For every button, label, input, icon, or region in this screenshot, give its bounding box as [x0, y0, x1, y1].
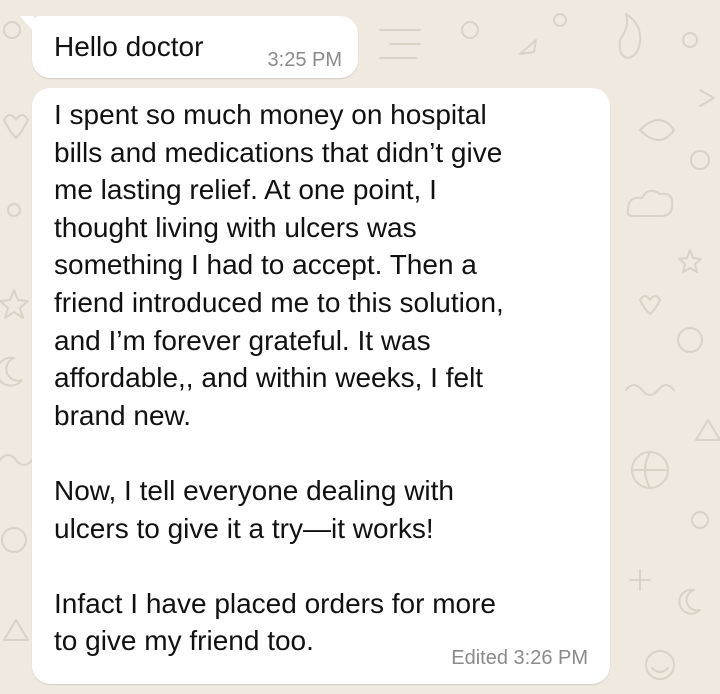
doodle-wave-icon: [0, 454, 33, 466]
message-timestamp: 3:25 PM: [267, 49, 342, 71]
doodle-moon-icon: [678, 588, 701, 615]
doodle-moon-icon: [0, 356, 23, 387]
doodle-ball-icon: [1, 527, 27, 553]
message-edited-timestamp: Edited 3:26 PM: [451, 647, 588, 669]
incoming-message-bubble[interactable]: I spent so much money on hospital bills …: [32, 88, 610, 684]
doodle-cloud-icon: [626, 189, 674, 217]
doodle-circle-icon: [461, 21, 479, 39]
doodle-arrow-icon: [699, 89, 715, 107]
doodle-wave-icon: [625, 384, 675, 396]
doodle-lines-icon: [379, 29, 421, 59]
doodle-smiley-icon: [645, 650, 675, 680]
doodle-plus-icon: [629, 569, 651, 591]
doodle-heart-icon: [639, 295, 661, 315]
doodle-circle-icon: [682, 32, 698, 48]
doodle-triangle-icon: [3, 619, 29, 641]
doodle-heart-icon: [3, 114, 29, 139]
message-text: I spent so much money on hospital bills …: [54, 99, 504, 657]
doodle-ring-icon: [691, 511, 709, 529]
doodle-star-icon: [0, 289, 29, 319]
bubble-tail: [20, 16, 34, 32]
doodle-ring-icon: [553, 13, 567, 27]
doodle-circle-icon: [3, 21, 21, 39]
doodle-triangle-icon: [695, 419, 720, 441]
doodle-arrow-icon: [519, 39, 537, 55]
incoming-message-bubble[interactable]: Hello doctor 3:25 PM: [20, 16, 358, 78]
doodle-star-icon: [678, 249, 702, 273]
doodle-flame-icon: [618, 13, 642, 59]
doodle-leaf-icon: [639, 119, 675, 141]
doodle-smile-mouth-icon: [651, 667, 669, 673]
doodle-ring-icon: [690, 150, 710, 170]
message-text: Hello doctor: [54, 31, 204, 62]
doodle-ball-icon: [677, 327, 703, 353]
doodle-ring-icon: [7, 203, 21, 217]
